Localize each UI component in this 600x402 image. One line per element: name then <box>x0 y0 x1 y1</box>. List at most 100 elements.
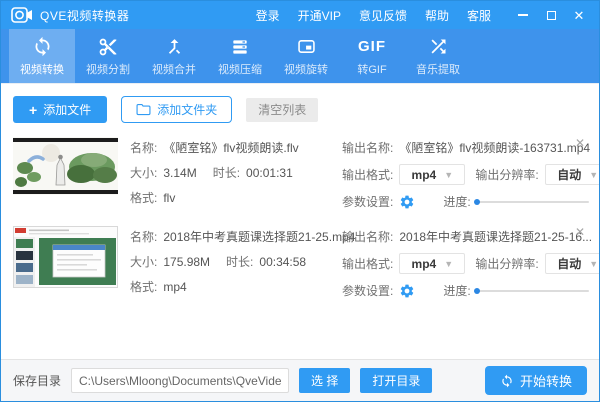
save-dir-label: 保存目录 <box>13 374 62 388</box>
params-label: 参数设置: <box>342 195 394 209</box>
add-folder-button[interactable]: 添加文件夹 <box>121 96 233 123</box>
output-format-select[interactable]: mp4 ▼ <box>399 253 466 274</box>
scissors-icon <box>98 36 118 58</box>
sync-icon <box>32 36 53 58</box>
output-format-value: mp4 <box>411 256 437 271</box>
duration-label: 时长: <box>226 255 254 269</box>
chevron-down-icon: ▼ <box>444 169 454 180</box>
progress-label: 进度: <box>443 195 471 209</box>
tab-label: 音乐提取 <box>416 63 460 76</box>
format-label: 格式: <box>130 280 158 294</box>
file-size: 175.98M <box>163 254 211 269</box>
help-link[interactable]: 帮助 <box>425 7 449 24</box>
params-label: 参数设置: <box>342 284 394 298</box>
chevron-down-icon: ▼ <box>589 258 599 269</box>
feedback-link[interactable]: 意见反馈 <box>359 7 407 24</box>
file-size: 3.14M <box>163 165 197 180</box>
open-dir-label: 打开目录 <box>372 374 421 388</box>
shuffle-icon <box>428 36 449 58</box>
tab-to-gif[interactable]: GIF 转GIF <box>339 29 405 83</box>
output-format-label: 输出格式: <box>342 257 394 271</box>
content-area: + 添加文件 添加文件夹 清空列表 名称: 《陋室铭》flv视频朗读.flv 大… <box>1 83 599 359</box>
output-name: 《陋室铭》flv视频朗读-163731.mp4 <box>399 141 591 155</box>
output-resolution-label: 输出分辨率: <box>475 257 539 271</box>
progress-track[interactable] <box>476 289 589 292</box>
size-label: 大小: <box>130 255 158 269</box>
gear-icon[interactable] <box>399 283 415 299</box>
compress-icon <box>230 36 250 58</box>
choose-dir-button[interactable]: 选 择 <box>299 368 351 393</box>
file-row: 名称: 《陋室铭》flv视频朗读.flv 大小: 3.14M 时长: 00:01… <box>1 131 599 220</box>
output-resolution-select[interactable]: 自动 ▼ <box>544 164 599 185</box>
tab-video-rotate[interactable]: 视频旋转 <box>273 29 339 83</box>
add-folder-label: 添加文件夹 <box>157 103 218 117</box>
close-icon[interactable]: ✕ <box>567 4 591 26</box>
duration-label: 时长: <box>212 166 241 180</box>
login-link[interactable]: 登录 <box>256 7 280 24</box>
add-file-label: 添加文件 <box>43 103 92 117</box>
size-label: 大小: <box>130 166 158 180</box>
tab-label: 视频合并 <box>152 63 196 76</box>
tab-label: 转GIF <box>357 63 387 76</box>
remove-file-icon[interactable]: ✕ <box>575 226 585 238</box>
sync-icon <box>500 374 514 388</box>
name-label: 名称: <box>130 141 158 155</box>
start-convert-button[interactable]: 开始转换 <box>484 366 587 395</box>
progress-bar: 100% <box>476 195 599 209</box>
video-thumbnail[interactable] <box>13 137 118 210</box>
support-link[interactable]: 客服 <box>467 7 491 24</box>
file-name: 《陋室铭》flv视频朗读.flv <box>163 141 299 155</box>
tab-video-merge[interactable]: 视频合并 <box>141 29 207 83</box>
file-format: mp4 <box>163 279 187 294</box>
save-dir-input[interactable] <box>71 368 290 393</box>
chevron-down-icon: ▼ <box>589 169 599 180</box>
tab-label: 视频旋转 <box>284 63 328 76</box>
file-duration: 00:01:31 <box>246 165 293 180</box>
output-settings: 输出名称: 《陋室铭》flv视频朗读-163731.mp4 输出格式: mp4 … <box>342 137 599 210</box>
output-settings: 输出名称: 2018年中考真题课选择题21-25-16... 输出格式: mp4… <box>342 226 599 299</box>
tab-music-extract[interactable]: 音乐提取 <box>405 29 471 83</box>
output-resolution-label: 输出分辨率: <box>475 168 539 182</box>
tab-video-split[interactable]: 视频分割 <box>75 29 141 83</box>
progress-bar: 62% <box>476 284 599 298</box>
output-format-label: 输出格式: <box>342 168 394 182</box>
video-thumbnail[interactable] <box>13 226 118 299</box>
output-resolution-select[interactable]: 自动 ▼ <box>544 253 599 274</box>
actions-bar: + 添加文件 添加文件夹 清空列表 <box>1 84 599 131</box>
tab-video-convert[interactable]: 视频转换 <box>9 29 75 83</box>
app-logo-video-camera-icon <box>11 7 33 23</box>
file-info: 名称: 《陋室铭》flv视频朗读.flv 大小: 3.14M 时长: 00:01… <box>130 137 342 210</box>
chevron-down-icon: ▼ <box>444 258 454 269</box>
tab-label: 视频分割 <box>86 63 130 76</box>
file-name: 2018年中考真题课选择题21-25.mp4 <box>163 230 356 244</box>
name-label: 名称: <box>130 230 158 244</box>
choose-dir-label: 选 择 <box>311 374 339 388</box>
open-dir-button[interactable]: 打开目录 <box>360 368 433 393</box>
gear-icon[interactable] <box>399 194 415 210</box>
maximize-icon[interactable] <box>539 4 563 26</box>
plus-icon: + <box>29 101 38 118</box>
tab-video-compress[interactable]: 视频压缩 <box>207 29 273 83</box>
progress-track[interactable] <box>476 200 589 203</box>
remove-file-icon[interactable]: ✕ <box>575 137 585 149</box>
output-name-label: 输出名称: <box>342 141 394 155</box>
vip-link[interactable]: 开通VIP <box>298 7 341 24</box>
output-format-select[interactable]: mp4 ▼ <box>399 164 466 185</box>
format-label: 格式: <box>130 191 158 205</box>
merge-icon <box>164 36 185 58</box>
folder-icon <box>136 103 151 116</box>
start-convert-label: 开始转换 <box>519 374 572 389</box>
clear-list-label: 清空列表 <box>258 103 307 117</box>
titlebar-links: 登录 开通VIP 意见反馈 帮助 客服 <box>256 7 491 24</box>
app-title: QVE视频转换器 <box>40 8 130 23</box>
rotate-icon <box>296 36 317 58</box>
clear-list-button[interactable]: 清空列表 <box>246 97 319 122</box>
output-resolution-value: 自动 <box>557 168 582 182</box>
output-resolution-value: 自动 <box>557 257 582 271</box>
file-info: 名称: 2018年中考真题课选择题21-25.mp4 大小: 175.98M 时… <box>130 226 355 299</box>
add-file-button[interactable]: + 添加文件 <box>13 96 108 123</box>
minimize-icon[interactable] <box>511 4 535 26</box>
tab-label: 视频压缩 <box>218 63 262 76</box>
tab-label: 视频转换 <box>20 63 64 76</box>
app-window: QVE视频转换器 登录 开通VIP 意见反馈 帮助 客服 ✕ 视频转换 视频分割 <box>0 0 600 402</box>
